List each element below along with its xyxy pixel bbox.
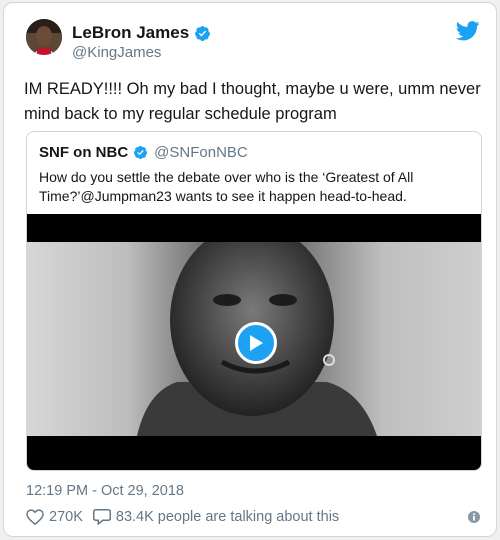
author-avatar[interactable] (26, 19, 62, 55)
twitter-bird-icon[interactable] (456, 21, 480, 41)
quoted-author-handle[interactable]: @SNFonNBC (154, 144, 248, 161)
tweet-actions: 270K 83.4K people are talking about this (26, 508, 349, 525)
author-name-row: LeBron James (72, 23, 211, 43)
comment-bubble-icon (92, 509, 111, 525)
play-button[interactable] (235, 322, 277, 364)
author-handle[interactable]: @KingJames (72, 44, 161, 61)
video-player[interactable] (27, 214, 481, 470)
quoted-author-row: SNF on NBC @SNFonNBC (39, 144, 248, 161)
quoted-author-name[interactable]: SNF on NBC (39, 144, 128, 161)
quoted-tweet[interactable]: SNF on NBC @SNFonNBC How do you settle t… (26, 131, 482, 471)
info-icon[interactable] (468, 511, 480, 523)
verified-badge-icon (134, 145, 148, 160)
tweet-text: IM READY!!!! Oh my bad I thought, maybe … (24, 80, 481, 123)
heart-icon (26, 508, 44, 525)
like-button[interactable]: 270K (26, 509, 83, 525)
like-count: 270K (49, 508, 83, 525)
tweet-timestamp[interactable]: 12:19 PM - Oct 29, 2018 (26, 483, 184, 499)
conversation-link[interactable]: 83.4K people are talking about this (92, 508, 340, 525)
quoted-tweet-text: How do you settle the debate over who is… (39, 169, 414, 204)
author-name[interactable]: LeBron James (72, 23, 189, 43)
verified-badge-icon (195, 25, 211, 41)
talking-count: 83.4K people are talking about this (115, 508, 340, 525)
embedded-tweet-card: LeBron James @KingJames IM READY!!!! Oh … (3, 2, 497, 537)
play-icon (250, 335, 263, 351)
